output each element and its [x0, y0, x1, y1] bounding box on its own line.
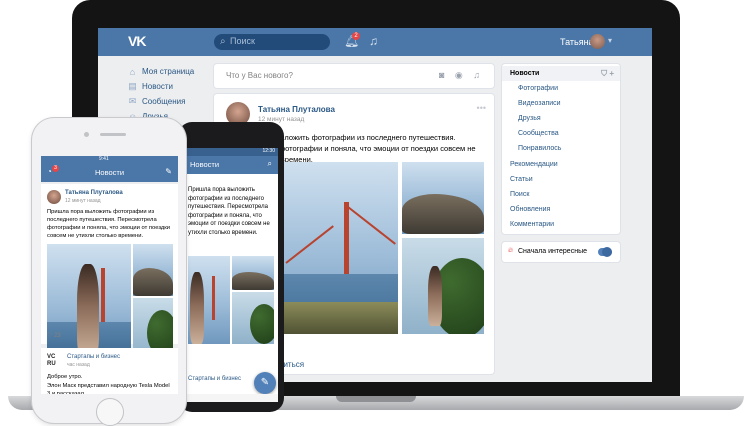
right-nav-item-updates[interactable]: Обновления [502, 202, 620, 217]
pencil-icon[interactable]: ✎ [254, 372, 276, 394]
android-screen: 12:30 Новости ⌕ Пришла пора выложить фот… [184, 148, 278, 402]
post-photo-trees[interactable] [402, 238, 484, 334]
iphone-group-post: VC RU Стартапы и бизнес час назад Доброе… [41, 348, 178, 394]
iphone-post-text: Пришла пора выложить фотографии из после… [47, 209, 171, 239]
right-nav-item-friends[interactable]: Друзья [502, 111, 620, 126]
iphone-post-author[interactable]: Татьяна Плуталова [65, 190, 123, 196]
interesting-first-toggle[interactable] [598, 247, 612, 257]
post-composer[interactable]: Что у Вас нового? ◙ ◉ ♫ [214, 64, 494, 88]
message-icon: ✉ [128, 96, 137, 106]
right-nav-item-photos[interactable]: Фотографии [502, 81, 620, 96]
iphone-screen: 9:41 ◔ Новости ✎ 3 Татьяна Плуталова 12 … [41, 156, 178, 394]
left-menu-item-my-page[interactable]: ⌂ Моя страница [128, 64, 212, 79]
compose-icon[interactable]: ✎ [165, 167, 172, 176]
left-menu-label: Новости [142, 82, 173, 91]
right-nav-item-news[interactable]: Новости ⛉ + [502, 66, 620, 81]
avatar[interactable] [47, 190, 61, 204]
android-status-bar: 12:30 [184, 148, 278, 156]
iphone-speaker [100, 133, 126, 136]
right-nav-item-videos[interactable]: Видеозаписи [502, 96, 620, 111]
right-nav-item-search[interactable]: Поиск [502, 187, 620, 202]
left-menu-label: Сообщения [142, 97, 186, 106]
android-post-text: Пришла пора выложить фотографии из после… [188, 187, 270, 236]
right-nav-item-comments[interactable]: Комментарии [502, 217, 620, 232]
iphone-title[interactable]: Новости [95, 168, 124, 177]
vk-logo[interactable]: VK [128, 33, 146, 49]
iphone-group-line2: Элон Маск представил народную Tesla Mode… [47, 383, 170, 394]
search-placeholder: Поиск [230, 36, 255, 46]
news-icon: ▤ [128, 81, 137, 91]
iphone-status-bar: 9:41 [41, 156, 178, 164]
chevron-down-icon[interactable]: ▾ [608, 36, 612, 45]
android-nav-bar [184, 394, 278, 402]
iphone-like-count: 23 [54, 333, 61, 339]
right-nav-label: Новости [510, 70, 540, 77]
iphone-group-time: час назад [67, 362, 90, 368]
post-author[interactable]: Татьяна Плуталова [258, 105, 335, 114]
heart-icon[interactable]: ♡ [47, 333, 52, 339]
right-nav-item-articles[interactable]: Статьи [502, 172, 620, 187]
iphone-group-name[interactable]: Стартапы и бизнес [67, 354, 120, 360]
right-nav-item-communities[interactable]: Сообщества [502, 126, 620, 141]
iphone-post: Татьяна Плуталова 12 минут назад Пришла … [41, 184, 178, 356]
more-icon[interactable]: ••• [477, 103, 486, 113]
android-title[interactable]: Новости [190, 160, 219, 169]
avatar[interactable] [590, 34, 605, 49]
composer-attach-icons[interactable]: ◙ ◉ ♫ [439, 70, 484, 81]
top-header: VK ⌕ Поиск 🔔︎ 2 ♫ Татьяна ▾ [98, 28, 652, 56]
android-photo-main[interactable] [188, 256, 230, 344]
search-input[interactable]: ⌕ Поиск [214, 34, 330, 50]
iphone-group-logo[interactable]: VC RU [47, 354, 63, 370]
iphone-notification-badge: 3 [52, 165, 59, 172]
iphone-photo-rocks[interactable] [133, 244, 173, 296]
android-photo-trees[interactable] [232, 292, 274, 344]
laptop-notch [336, 396, 416, 402]
music-icon[interactable]: ♫ [369, 34, 378, 48]
search-icon[interactable]: ⌕ [268, 159, 272, 169]
filter-icon[interactable]: ⛉ + [601, 66, 614, 81]
right-nav-item-liked[interactable]: Понравилось [502, 141, 620, 156]
search-icon: ⌕ [220, 36, 226, 47]
right-nav: Новости ⛉ + Фотографии Видеозаписи Друзья… [502, 64, 620, 234]
android-group-name[interactable]: Стартапы и бизнес [188, 376, 241, 382]
left-menu-item-news[interactable]: ▤ Новости [128, 79, 212, 94]
left-menu: ⌂ Моя страница ▤ Новости ✉ Сообщения ☺ Друзь… [128, 64, 212, 124]
interesting-first-card: 🔥︎ Сначала интересные [502, 242, 620, 262]
iphone-home-button[interactable] [96, 398, 124, 426]
android-clock: 12:30 [262, 148, 275, 154]
iphone-post-time: 12 минут назад [65, 198, 101, 204]
iphone-photo-main[interactable] [47, 244, 131, 356]
post-photo-rocks[interactable] [402, 162, 484, 234]
home-icon: ⌂ [129, 66, 136, 77]
user-name[interactable]: Татьяна [560, 37, 594, 47]
iphone-camera [84, 132, 89, 137]
right-nav-item-recommendations[interactable]: Рекомендации [502, 157, 620, 172]
fire-icon: 🔥︎ [508, 247, 514, 254]
iphone-group-line1: Доброе утро. [47, 374, 83, 380]
android-app-bar: Новости ⌕ [184, 156, 278, 174]
iphone-like-row: ♡ 23 [47, 332, 61, 339]
left-menu-label: Моя страница [142, 67, 195, 76]
android-photo-rocks[interactable] [232, 256, 274, 290]
iphone-clock: 9:41 [99, 156, 109, 162]
iphone-nav-bar: ◔ Новости ✎ [41, 164, 178, 182]
notification-badge: 2 [352, 32, 360, 40]
composer-placeholder: Что у Вас нового? [226, 71, 293, 80]
interesting-first-label: Сначала интересные [518, 248, 587, 255]
left-menu-item-messages[interactable]: ✉ Сообщения [128, 94, 212, 109]
